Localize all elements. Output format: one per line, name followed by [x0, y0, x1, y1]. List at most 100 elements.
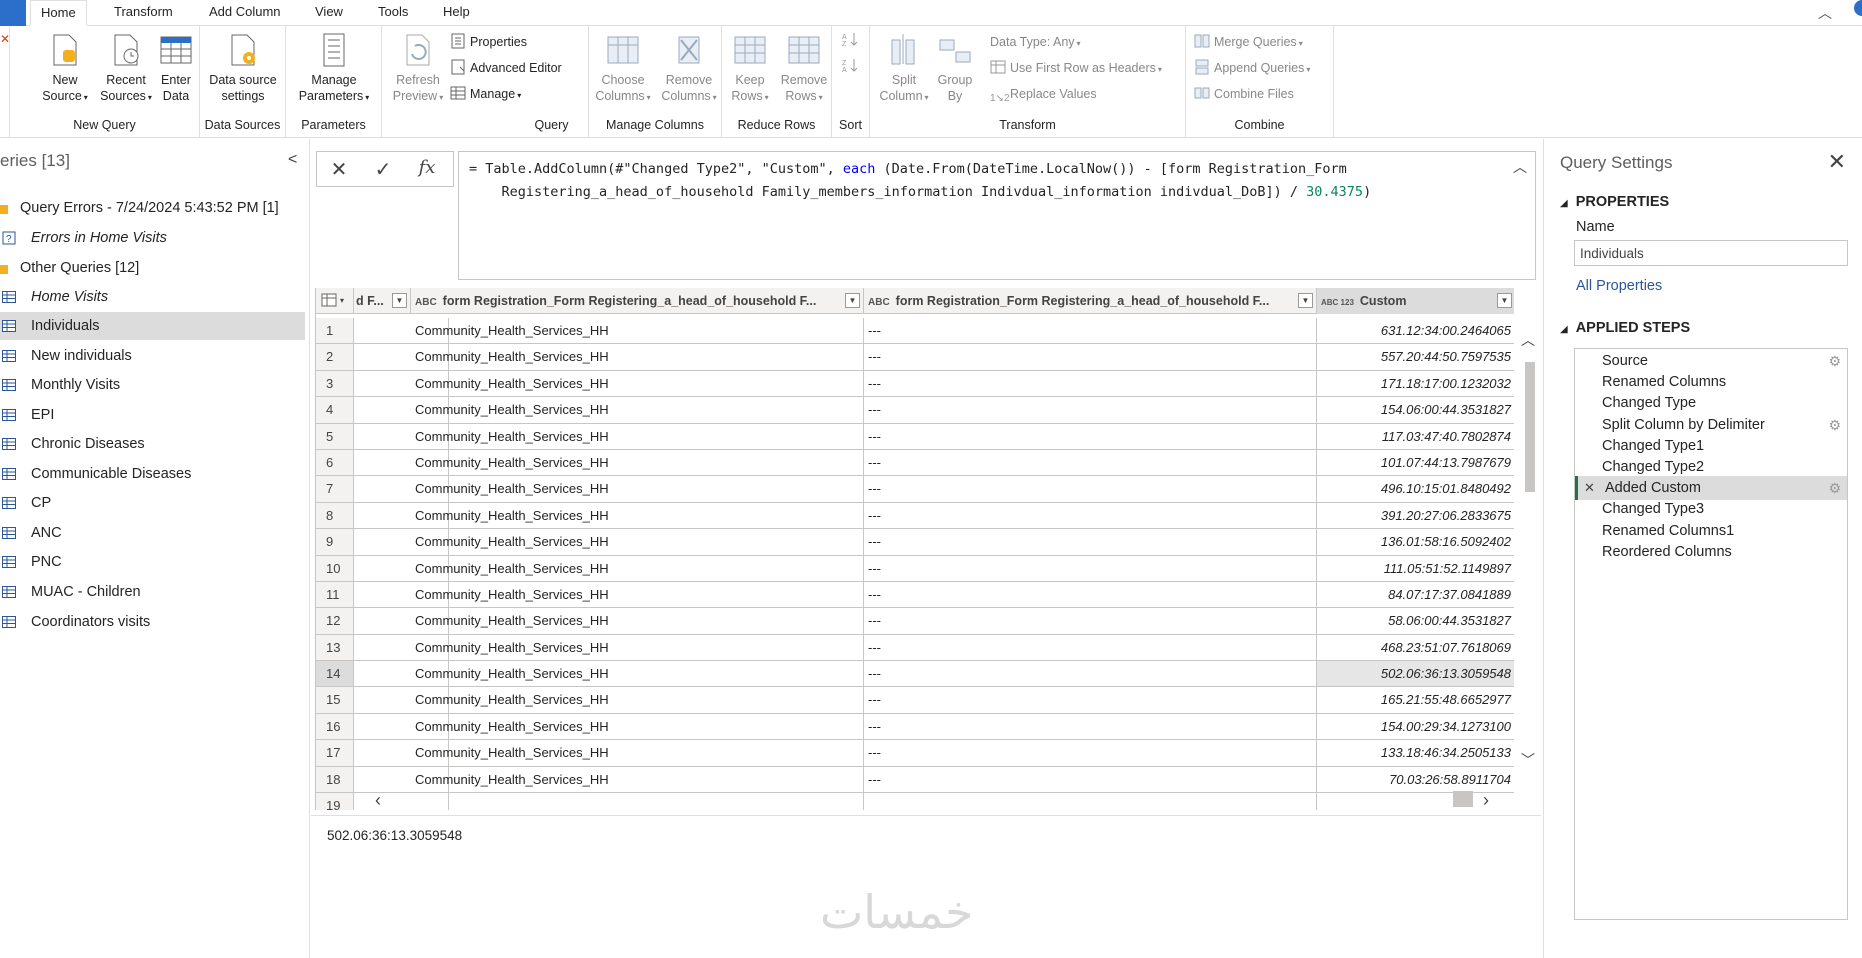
custom-cell[interactable]: 154.06:00:44.3531827 — [1317, 397, 1514, 422]
query-item[interactable]: Other Queries [12] — [0, 254, 305, 282]
table-cell[interactable]: Community_Health_Services_HH — [411, 449, 864, 476]
table-cell[interactable]: Community_Health_Services_HH — [411, 740, 864, 766]
chevron-down-icon[interactable]: ▼ — [845, 293, 860, 308]
table-cell[interactable]: Community_Health_Services_HH — [411, 634, 864, 661]
query-item[interactable]: Monthly Visits — [0, 371, 305, 399]
table-cell[interactable]: Community_Health_Services_HH — [411, 476, 864, 502]
tab-transform[interactable]: Transform — [104, 0, 183, 26]
custom-cell[interactable]: 631.12:34:00.2464065 — [1317, 318, 1514, 343]
chevron-up-icon[interactable]: ︿ — [1818, 3, 1832, 23]
row-number[interactable]: 14 — [316, 661, 354, 687]
account-icon[interactable] — [1854, 0, 1862, 16]
properties-button[interactable]: Properties — [450, 32, 527, 52]
table-row[interactable]: 4 Community_Health_Services_HH --- 154.06:0… — [316, 397, 1514, 424]
table-cell[interactable]: --- — [864, 687, 1317, 713]
table-cell[interactable]: --- — [864, 370, 1317, 397]
enter-data-button[interactable]: Enter Data — [152, 30, 200, 104]
chevron-left-icon[interactable]: < — [288, 151, 297, 169]
file-tab[interactable] — [0, 0, 26, 26]
tab-add-column[interactable]: Add Column — [199, 0, 291, 26]
table-cell[interactable]: Community_Health_Services_HH — [411, 713, 864, 740]
table-cell[interactable]: --- — [864, 634, 1317, 661]
table-row[interactable]: 12 Community_Health_Services_HH --- 58.06:0… — [316, 608, 1514, 635]
custom-cell[interactable]: 171.18:17:00.1232032 — [1317, 371, 1514, 396]
applied-steps-section-header[interactable]: ◢ APPLIED STEPS — [1560, 320, 1690, 336]
table-cell[interactable]: Community_Health_Services_HH — [411, 344, 864, 370]
row-number[interactable]: 4 — [316, 397, 354, 423]
table-row[interactable]: 8 Community_Health_Services_HH --- 391.20:2… — [316, 502, 1514, 530]
table-cell[interactable]: Community_Health_Services_HH — [411, 766, 864, 793]
table-cell[interactable]: --- — [864, 318, 1317, 344]
row-number[interactable]: 12 — [316, 608, 354, 634]
custom-cell[interactable]: 154.00:29:34.1273100 — [1317, 714, 1514, 739]
select-all-cell[interactable]: ▾ — [316, 288, 354, 314]
row-number[interactable]: 8 — [316, 502, 354, 529]
all-properties-link[interactable]: All Properties — [1576, 278, 1662, 294]
cancel-icon[interactable]: ✕ — [319, 157, 359, 182]
new-source-button[interactable]: New Source ▾ — [34, 30, 96, 106]
custom-cell[interactable]: 165.21:55:48.6652977 — [1317, 687, 1514, 712]
custom-cell[interactable]: 502.06:36:13.3059548 — [1317, 661, 1514, 687]
table-cell[interactable]: Community_Health_Services_HH — [411, 581, 864, 608]
row-number[interactable]: 17 — [316, 740, 354, 766]
row-number[interactable]: 7 — [316, 476, 354, 502]
recent-sources-button[interactable]: Recent Sources ▾ — [93, 30, 159, 106]
row-number[interactable]: 13 — [316, 634, 354, 661]
query-item[interactable]: PNC — [0, 548, 305, 576]
row-number[interactable]: 1 — [316, 318, 354, 344]
data-source-settings-button[interactable]: Data source settings — [204, 30, 282, 104]
table-row[interactable]: 14 Community_Health_Services_HH --- 502.06:… — [316, 661, 1514, 688]
table-cell[interactable]: --- — [864, 529, 1317, 555]
custom-cell[interactable]: 496.10:15:01.8480492 — [1317, 476, 1514, 501]
custom-cell[interactable]: 117.03:47:40.7802874 — [1317, 424, 1514, 449]
custom-cell[interactable]: 468.23:51:07.7618069 — [1317, 635, 1514, 660]
table-row[interactable]: 6 Community_Health_Services_HH --- 101.07:4… — [316, 449, 1514, 477]
chevron-down-icon[interactable]: ﹀ — [1521, 750, 1535, 770]
chevron-down-icon[interactable]: ▼ — [392, 293, 407, 308]
query-item[interactable]: ? Errors in Home Visits — [0, 224, 305, 252]
table-cell[interactable]: --- — [864, 476, 1317, 502]
query-item[interactable]: Home Visits — [0, 283, 305, 311]
custom-cell[interactable]: 133.18:46:34.2505133 — [1317, 740, 1514, 765]
table-cell[interactable]: Community_Health_Services_HH — [411, 555, 864, 581]
row-number[interactable]: 2 — [316, 344, 354, 370]
scroll-thumb[interactable] — [1453, 791, 1473, 807]
fx-icon[interactable]: fx — [407, 157, 447, 178]
query-name-input[interactable] — [1574, 240, 1848, 266]
column-header-custom[interactable]: ABC 123 Custom ▼ — [1317, 288, 1514, 314]
table-cell[interactable]: Community_Health_Services_HH — [411, 661, 864, 687]
custom-cell[interactable]: 58.06:00:44.3531827 — [1317, 608, 1514, 633]
keep-rows-button[interactable]: Keep Rows ▾ — [724, 30, 776, 106]
table-cell[interactable]: --- — [864, 740, 1317, 766]
table-row[interactable]: 17 Community_Health_Services_HH --- 133.18:… — [316, 740, 1514, 767]
table-cell[interactable]: --- — [864, 713, 1317, 740]
table-row[interactable]: 2 Community_Health_Services_HH --- 557.20:4… — [316, 344, 1514, 371]
group-by-button[interactable]: Group By — [932, 30, 978, 104]
table-cell[interactable]: --- — [864, 766, 1317, 793]
row-number[interactable]: 9 — [316, 529, 354, 555]
split-column-button[interactable]: Split Column ▾ — [876, 30, 932, 106]
table-cell[interactable]: Community_Health_Services_HH — [411, 502, 864, 529]
choose-columns-button[interactable]: Choose Columns ▾ — [591, 30, 655, 106]
row-number[interactable]: 10 — [316, 555, 354, 581]
vertical-scrollbar[interactable]: ︿ ﹀ — [1516, 330, 1542, 770]
row-number[interactable]: 18 — [316, 766, 354, 793]
chevron-down-icon[interactable]: ▼ — [1497, 293, 1512, 308]
table-row[interactable]: 3 Community_Health_Services_HH --- 171.18:1… — [316, 370, 1514, 398]
custom-cell[interactable]: 557.20:44:50.7597535 — [1317, 344, 1514, 369]
column-header[interactable]: ABC form Registration_Form Registering_a_… — [411, 288, 864, 314]
close-icon[interactable]: ✕ — [1828, 149, 1846, 175]
table-row[interactable]: 7 Community_Health_Services_HH --- 496.10:1… — [316, 476, 1514, 503]
table-cell[interactable]: --- — [864, 423, 1317, 449]
row-number[interactable]: 6 — [316, 449, 354, 476]
column-header[interactable]: d F... ▼ — [354, 288, 411, 314]
table-row[interactable]: 15 Community_Health_Services_HH --- 165.21:… — [316, 687, 1514, 714]
table-cell[interactable]: Community_Health_Services_HH — [411, 608, 864, 634]
refresh-preview-button[interactable]: Refresh Preview ▾ — [386, 30, 450, 106]
table-cell[interactable]: --- — [864, 661, 1317, 687]
row-number[interactable]: 15 — [316, 687, 354, 713]
row-number[interactable]: 11 — [316, 581, 354, 608]
custom-cell[interactable]: 111.05:51:52.1149897 — [1317, 556, 1514, 581]
commit-icon[interactable]: ✓ — [363, 157, 403, 182]
close-apply-icon[interactable]: ✕ — [0, 32, 10, 46]
